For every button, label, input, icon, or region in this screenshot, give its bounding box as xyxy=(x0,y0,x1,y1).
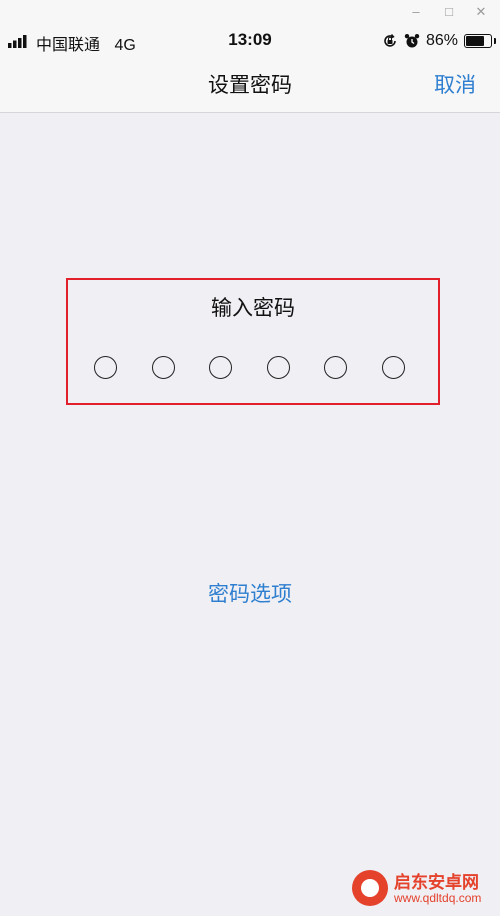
close-window-button[interactable]: ✕ xyxy=(470,2,492,22)
rotation-lock-icon xyxy=(384,34,396,47)
watermark-title: 启东安卓网 xyxy=(394,873,479,892)
passcode-options-link[interactable]: 密码选项 xyxy=(0,578,500,608)
battery-level-fill xyxy=(466,36,484,46)
minimize-button[interactable]: – xyxy=(405,2,427,22)
passcode-dot xyxy=(209,356,232,379)
watermark-logo xyxy=(352,870,388,906)
passcode-dot xyxy=(94,356,117,379)
maximize-button[interactable]: □ xyxy=(438,2,460,22)
window-chrome: – □ ✕ xyxy=(0,0,500,26)
navigation-bar: 设置密码 取消 xyxy=(0,56,500,113)
alarm-icon xyxy=(404,34,420,48)
passcode-dot xyxy=(324,356,347,379)
status-bar: 中国联通 4G 13:09 86% xyxy=(0,26,500,56)
passcode-dots[interactable] xyxy=(68,356,438,384)
status-right-group: 86% xyxy=(382,31,496,51)
passcode-prompt: 输入密码 xyxy=(211,297,295,320)
phone-screen: – □ ✕ 中国联通 4G 13:09 86% 设置密码 取消 输入密码 密码选… xyxy=(0,0,500,916)
passcode-entry-panel: 输入密码 xyxy=(66,278,440,405)
battery-cap xyxy=(494,38,496,44)
cancel-button[interactable]: 取消 xyxy=(434,69,476,99)
passcode-dot xyxy=(151,356,175,379)
watermark-url: www.qdltdq.com xyxy=(394,891,482,905)
battery-icon xyxy=(464,34,496,48)
passcode-dot xyxy=(381,356,405,379)
watermark-logo-inner xyxy=(361,879,379,897)
page-title: 设置密码 xyxy=(208,74,292,97)
battery-percent: 86% xyxy=(425,32,458,49)
watermark: 启东安卓网 www.qdltdq.com xyxy=(352,866,492,910)
passcode-dot xyxy=(266,356,290,379)
